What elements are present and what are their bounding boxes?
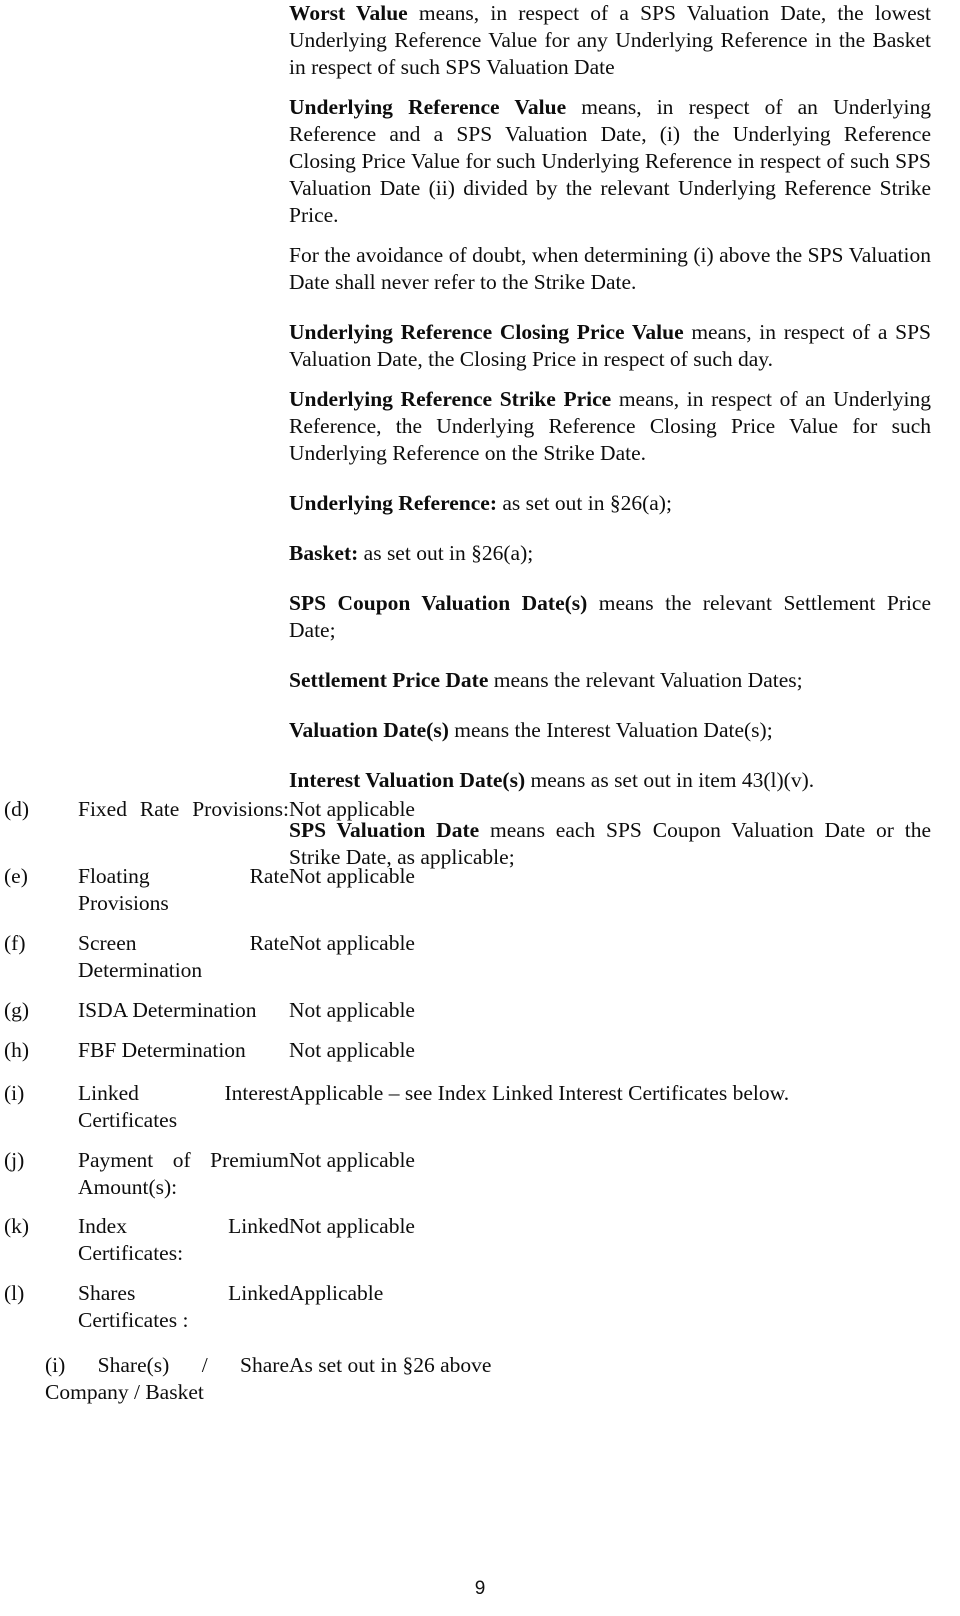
row-letter: (g) xyxy=(4,998,30,1022)
table-row: (d) Fixed Rate Provisions: Not applicabl… xyxy=(0,796,960,850)
row-letter: (i) xyxy=(4,1081,25,1105)
row-label: Screen Rate Determination xyxy=(78,931,289,982)
row-label: ISDA Determination xyxy=(78,998,257,1022)
row-label: FBF Determination xyxy=(78,1038,246,1062)
definition-term: Settlement Price Date xyxy=(289,668,489,692)
row-value: Applicable – see Index Linked Interest C… xyxy=(289,1081,790,1105)
row-label: Payment of Premium Amount(s): xyxy=(78,1148,289,1199)
definition-term: Underlying Reference Closing Price Value xyxy=(289,320,684,344)
row-letter: (f) xyxy=(4,931,26,955)
definition-term: Underlying Reference: xyxy=(289,491,497,515)
row-label: (i) Share(s) / Share Company / Basket xyxy=(45,1353,289,1404)
row-value: Applicable xyxy=(289,1281,384,1305)
definitions-block: Worst Value means, in respect of a SPS V… xyxy=(289,0,931,884)
table-row: (h) FBF Determination Not applicable xyxy=(0,1037,960,1064)
definition-interest-valuation-dates: Interest Valuation Date(s) means as set … xyxy=(289,767,931,794)
definition-avoidance-of-doubt: For the avoidance of doubt, when determi… xyxy=(289,242,931,296)
table-row: (i) Share(s) / Share Company / Basket As… xyxy=(0,1352,960,1406)
definition-valuation-dates: Valuation Date(s) means the Interest Val… xyxy=(289,717,931,744)
row-label: Fixed Rate Provisions: xyxy=(78,797,289,821)
page-number: 9 xyxy=(474,1578,486,1599)
definition-term: Interest Valuation Date(s) xyxy=(289,768,526,792)
definition-worst-value: Worst Value means, in respect of a SPS V… xyxy=(289,0,931,81)
table-row: (k) Index Linked Certificates: Not appli… xyxy=(0,1213,960,1267)
provisions-table: (d) Fixed Rate Provisions: Not applicabl… xyxy=(0,796,960,1406)
definition-term: Valuation Date(s) xyxy=(289,718,449,742)
row-value: Not applicable xyxy=(289,1038,415,1062)
definition-body: means as set out in item 43(l)(v). xyxy=(525,768,815,792)
row-value: Not applicable xyxy=(289,864,415,888)
definition-body: means the Interest Valuation Date(s); xyxy=(448,718,773,742)
definition-term: Worst Value xyxy=(289,1,408,25)
table-row: (e) Floating Rate Provisions Not applica… xyxy=(0,863,960,917)
definition-underlying-reference-strike-price: Underlying Reference Strike Price means,… xyxy=(289,386,931,467)
definition-term: Basket: xyxy=(289,541,359,565)
row-value: Not applicable xyxy=(289,931,415,955)
definition-underlying-reference-closing-price-value: Underlying Reference Closing Price Value… xyxy=(289,319,931,373)
table-row: (j) Payment of Premium Amount(s): Not ap… xyxy=(0,1147,960,1201)
row-value: Not applicable xyxy=(289,998,415,1022)
row-value: Not applicable xyxy=(289,797,415,821)
table-row: (i) Linked Interest Certificates Applica… xyxy=(0,1080,960,1134)
table-row: (f) Screen Rate Determination Not applic… xyxy=(0,930,960,984)
definition-underlying-reference-value: Underlying Reference Value means, in res… xyxy=(289,94,931,229)
row-letter: (e) xyxy=(4,864,28,888)
table-row: (l) Shares Linked Certificates : Applica… xyxy=(0,1280,960,1334)
definition-term: Underlying Reference Value xyxy=(289,95,567,119)
definition-basket: Basket: as set out in §26(a); xyxy=(289,540,931,567)
definition-body: as set out in §26(a); xyxy=(496,491,672,515)
row-label: Floating Rate Provisions xyxy=(78,864,289,915)
definition-settlement-price-date: Settlement Price Date means the relevant… xyxy=(289,667,931,694)
definition-body: as set out in §26(a); xyxy=(358,541,534,565)
table-row: (g) ISDA Determination Not applicable xyxy=(0,997,960,1024)
definition-body: For the avoidance of doubt, when determi… xyxy=(289,243,931,294)
document-page: Worst Value means, in respect of a SPS V… xyxy=(0,0,960,1616)
row-value: Not applicable xyxy=(289,1148,415,1172)
definition-sps-coupon-valuation-dates: SPS Coupon Valuation Date(s) means the r… xyxy=(289,590,931,644)
definition-underlying-reference: Underlying Reference: as set out in §26(… xyxy=(289,490,931,517)
row-label: Linked Interest Certificates xyxy=(78,1081,289,1132)
row-value: Not applicable xyxy=(289,1214,415,1238)
row-value: As set out in §26 above xyxy=(289,1353,492,1377)
definition-body: means the relevant Valuation Dates; xyxy=(488,668,803,692)
definition-term: Underlying Reference Strike Price xyxy=(289,387,612,411)
row-letter: (d) xyxy=(4,797,30,821)
row-letter: (l) xyxy=(4,1281,25,1305)
row-letter: (j) xyxy=(4,1148,25,1172)
row-letter: (k) xyxy=(4,1214,30,1238)
definition-term: SPS Coupon Valuation Date(s) xyxy=(289,591,588,615)
row-letter: (h) xyxy=(4,1038,30,1062)
row-label: Index Linked Certificates: xyxy=(78,1214,289,1265)
row-label: Shares Linked Certificates : xyxy=(78,1281,289,1332)
